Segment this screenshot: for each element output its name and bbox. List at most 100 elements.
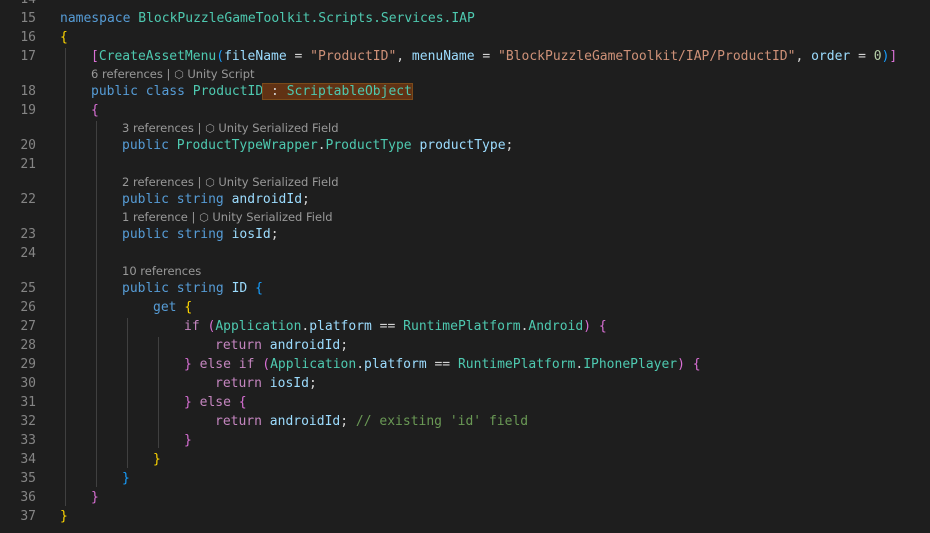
code-line[interactable]: 28 return androidId; [0, 336, 930, 355]
codelens-references-link[interactable]: 2 references [122, 175, 194, 189]
codelens-references-link[interactable]: 3 references [122, 121, 194, 135]
code-line[interactable]: 19 { [0, 101, 930, 120]
code-text: { [91, 101, 99, 120]
bracket-token: } [184, 433, 192, 448]
codelens-references-link[interactable]: 1 reference [122, 210, 188, 224]
base-class-name: ScriptableObject [286, 84, 412, 99]
code-line[interactable]: 30 return iosId; [0, 374, 930, 393]
codelens-field[interactable]: 2 references | ⬡ Unity Serialized Field [122, 174, 339, 190]
keyword-token: public [122, 227, 169, 242]
code-line[interactable]: 16 { [0, 28, 930, 47]
field-name: androidId [269, 338, 341, 353]
line-number: 33 [20, 433, 36, 448]
code-line[interactable]: 17 [CreateAssetMenu(fileName = "ProductI… [0, 47, 930, 66]
code-line[interactable]: 27 if (Application.platform == RuntimePl… [0, 317, 930, 336]
code-text: } else if (Application.platform == Runti… [184, 355, 701, 374]
line-number: 35 [20, 471, 36, 486]
code-text: } [91, 488, 99, 507]
code-text: return androidId; [215, 336, 348, 355]
code-line[interactable]: 26 get { [0, 298, 930, 317]
code-text: } [60, 507, 68, 526]
code-line[interactable]: 33 } [0, 431, 930, 450]
code-line[interactable]: 14 [0, 0, 930, 9]
bracket-token: { [91, 103, 99, 118]
codelens-unity-label[interactable]: Unity Serialized Field [218, 175, 338, 189]
code-line[interactable]: 21 [0, 155, 930, 174]
code-line[interactable]: 35 } [0, 469, 930, 488]
code-text: return iosId; [215, 374, 317, 393]
keyword-token: return [215, 376, 262, 391]
code-text: public string androidId; [122, 190, 310, 209]
type-token: ProductType [325, 138, 412, 153]
bracket-token: [ [91, 49, 99, 64]
type-token: Application [270, 357, 357, 372]
line-number: 24 [20, 246, 36, 261]
keyword-token: public [122, 138, 169, 153]
code-line[interactable]: 36 } [0, 488, 930, 507]
codelens-field[interactable]: 1 reference | ⬡ Unity Serialized Field [122, 209, 333, 225]
code-line[interactable]: 15 namespace BlockPuzzleGameToolkit.Scri… [0, 9, 930, 28]
line-number: 37 [20, 509, 36, 524]
code-line[interactable]: 31 } else { [0, 393, 930, 412]
bracket-token: } [153, 452, 161, 467]
member-token: platform [309, 319, 372, 334]
line-number: 26 [20, 300, 36, 315]
type-token: ProductTypeWrapper [176, 138, 318, 153]
line-number: 20 [20, 138, 36, 153]
codelens-separator: | [187, 210, 200, 224]
field-name: androidId [231, 192, 303, 207]
type-token: Application [215, 319, 302, 334]
code-line[interactable]: 32 return androidId; // existing 'id' fi… [0, 412, 930, 431]
codelens-references-link[interactable]: 10 references [122, 264, 201, 278]
code-line[interactable]: 29 } else if (Application.platform == Ru… [0, 355, 930, 374]
line-number: 27 [20, 319, 36, 334]
codelens-references-link[interactable]: 6 references [91, 67, 163, 81]
property-name: ID [231, 281, 248, 296]
type-token: RuntimePlatform [403, 319, 521, 334]
enum-member: IPhonePlayer [583, 357, 678, 372]
codelens-unity-label[interactable]: Unity Serialized Field [218, 121, 338, 135]
code-line[interactable]: 20 public ProductTypeWrapper.ProductType… [0, 136, 930, 155]
line-number: 32 [20, 414, 36, 429]
field-name: iosId [269, 376, 309, 391]
line-number: 31 [20, 395, 36, 410]
line-number: 25 [20, 281, 36, 296]
operator-token: , [795, 49, 812, 64]
code-line[interactable]: 24 [0, 244, 930, 263]
attribute-name: CreateAssetMenu [98, 49, 217, 64]
code-text: public class ProductID : ScriptableObjec… [91, 82, 413, 101]
bracket-token: } [91, 490, 99, 505]
bracket-token: ) [583, 319, 592, 334]
keyword-token: if [238, 357, 255, 372]
operator-token: ; [340, 338, 349, 353]
highlighted-base-class[interactable]: : ScriptableObject [262, 83, 413, 100]
code-line[interactable]: 18 public class ProductID : ScriptableOb… [0, 82, 930, 101]
codelens-class[interactable]: 6 references | ⬡ Unity Script [91, 66, 255, 82]
codelens-field[interactable]: 3 references | ⬡ Unity Serialized Field [122, 120, 339, 136]
bracket-token: ( [262, 357, 271, 372]
codelens-unity-label[interactable]: Unity Serialized Field [212, 210, 332, 224]
code-line[interactable]: 23 public string iosId; [0, 225, 930, 244]
code-line[interactable]: 22 public string androidId; [0, 190, 930, 209]
keyword-token: return [215, 414, 262, 429]
keyword-token: get [153, 300, 177, 315]
code-editor[interactable]: 14 15 namespace BlockPuzzleGameToolkit.S… [0, 0, 930, 533]
line-number: 34 [20, 452, 36, 467]
unity-cube-icon: ⬡ [205, 122, 215, 135]
code-text: { [60, 28, 68, 47]
keyword-token: return [215, 338, 262, 353]
bracket-token: } [184, 395, 192, 410]
code-line[interactable]: 25 public string ID { [0, 279, 930, 298]
type-token: RuntimePlatform [457, 357, 576, 372]
code-line[interactable]: 34 } [0, 450, 930, 469]
line-number: 16 [20, 30, 36, 45]
code-line[interactable]: 37 } [0, 507, 930, 526]
codelens-property[interactable]: 10 references [122, 263, 201, 279]
bracket-token: ] [889, 49, 898, 64]
codelens-unity-label[interactable]: Unity Script [187, 67, 254, 81]
operator-token: ; [302, 192, 310, 207]
param-token: order [811, 49, 851, 64]
operator-token: ; [340, 414, 349, 429]
bracket-token: { [598, 319, 607, 334]
keyword-token: string [176, 192, 224, 207]
